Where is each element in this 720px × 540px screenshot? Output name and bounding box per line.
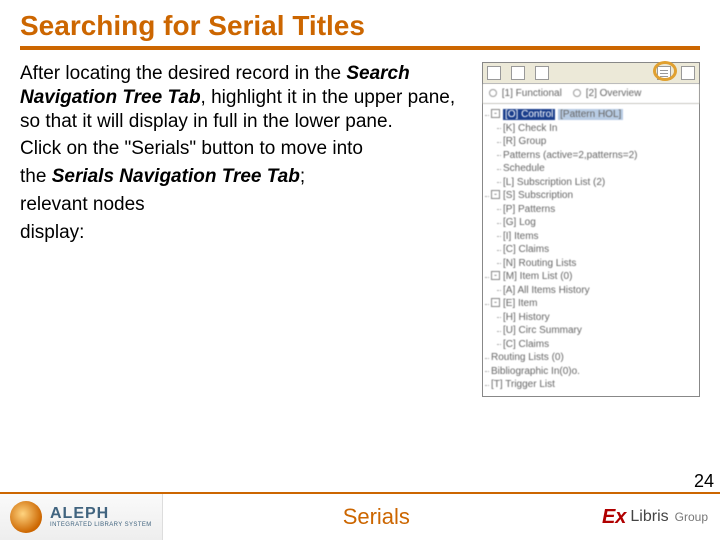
title-rule <box>20 46 700 50</box>
toolbar-icon-1[interactable] <box>487 66 501 80</box>
exlibris-text: Libris <box>630 508 668 526</box>
p3b: Serials Navigation Tree Tab <box>52 166 300 187</box>
tree-node[interactable]: [A] All Items History <box>497 284 697 298</box>
aleph-name: ALEPH <box>50 506 152 522</box>
tree-node[interactable]: -[E] Item <box>485 297 697 311</box>
tree-node[interactable]: [I] Items <box>497 230 697 244</box>
expand-box-icon[interactable]: - <box>491 271 500 280</box>
footer-right: Ex Libris Group <box>590 494 720 540</box>
tree-node[interactable]: [C] Claims <box>497 243 697 257</box>
radio-icon[interactable] <box>573 89 581 97</box>
tree-node[interactable]: -[M] Item List (0) <box>485 270 697 284</box>
tree-panel: [1] Functional [2] Overview -[O] Control… <box>482 62 700 397</box>
p1a: After locating the desired record in the <box>20 63 346 84</box>
serials-toolbar-icon[interactable] <box>657 66 671 80</box>
p2: Click on the "Serials" button to move in… <box>20 138 363 159</box>
p4: relevant nodes <box>20 193 474 217</box>
page-title: Searching for Serial Titles <box>0 0 720 46</box>
footer-left: ALEPH INTEGRATED LIBRARY SYSTEM <box>0 494 163 540</box>
tree-node[interactable]: [H] History <box>497 311 697 325</box>
tree-node[interactable]: -[S] Subscription <box>485 189 697 203</box>
tree-node[interactable]: [P] Patterns <box>497 203 697 217</box>
instruction-text: After locating the desired record in the… <box>20 62 474 397</box>
footer-mid: Serials <box>163 494 590 540</box>
panel-toolbar <box>483 63 699 84</box>
footer: ALEPH INTEGRATED LIBRARY SYSTEM Serials … <box>0 492 720 540</box>
radio-icon[interactable] <box>489 89 497 97</box>
p3c: ; <box>300 166 305 187</box>
p5: display: <box>20 221 474 245</box>
tree-node[interactable]: [N] Routing Lists <box>497 257 697 271</box>
expand-box-icon[interactable]: - <box>491 298 500 307</box>
toolbar-icon-2[interactable] <box>511 66 525 80</box>
tree-node[interactable]: -[O] Control [Pattern HOL] <box>485 108 697 122</box>
tree-node[interactable]: [G] Log <box>497 216 697 230</box>
overview-row: [1] Functional [2] Overview <box>483 84 699 104</box>
tree-node[interactable]: [C] Claims <box>497 338 697 352</box>
exlibris-mark: Ex <box>602 506 626 529</box>
tree-node[interactable]: [U] Circ Summary <box>497 324 697 338</box>
toolbar-icon-5[interactable] <box>681 66 695 80</box>
tree-node[interactable]: [K] Check In <box>497 122 697 136</box>
expand-box-icon[interactable]: - <box>491 109 500 118</box>
body: After locating the desired record in the… <box>0 62 720 397</box>
navigation-tree: -[O] Control [Pattern HOL][K] Check In[R… <box>483 104 699 396</box>
overview-right: [2] Overview <box>586 88 642 99</box>
p3a: the <box>20 166 52 187</box>
tree-panel-container: [1] Functional [2] Overview -[O] Control… <box>482 62 700 397</box>
tree-node[interactable]: [T] Trigger List <box>485 378 697 392</box>
tree-node[interactable]: [R] Group <box>497 135 697 149</box>
exlibris-group: Group <box>675 510 708 524</box>
overview-left: [1] Functional <box>502 88 562 99</box>
tree-node[interactable]: Bibliographic In(0)o. <box>485 365 697 379</box>
tree-node[interactable]: [L] Subscription List (2) <box>497 176 697 190</box>
page-number: 24 <box>694 471 714 492</box>
tree-node[interactable]: Routing Lists (0) <box>485 351 697 365</box>
aleph-logo-icon <box>10 501 42 533</box>
tree-node[interactable]: Patterns (active=2,patterns=2) <box>497 149 697 163</box>
tree-node[interactable]: Schedule <box>497 162 697 176</box>
aleph-tagline: INTEGRATED LIBRARY SYSTEM <box>50 522 152 528</box>
expand-box-icon[interactable]: - <box>491 190 500 199</box>
toolbar-icon-3[interactable] <box>535 66 549 80</box>
